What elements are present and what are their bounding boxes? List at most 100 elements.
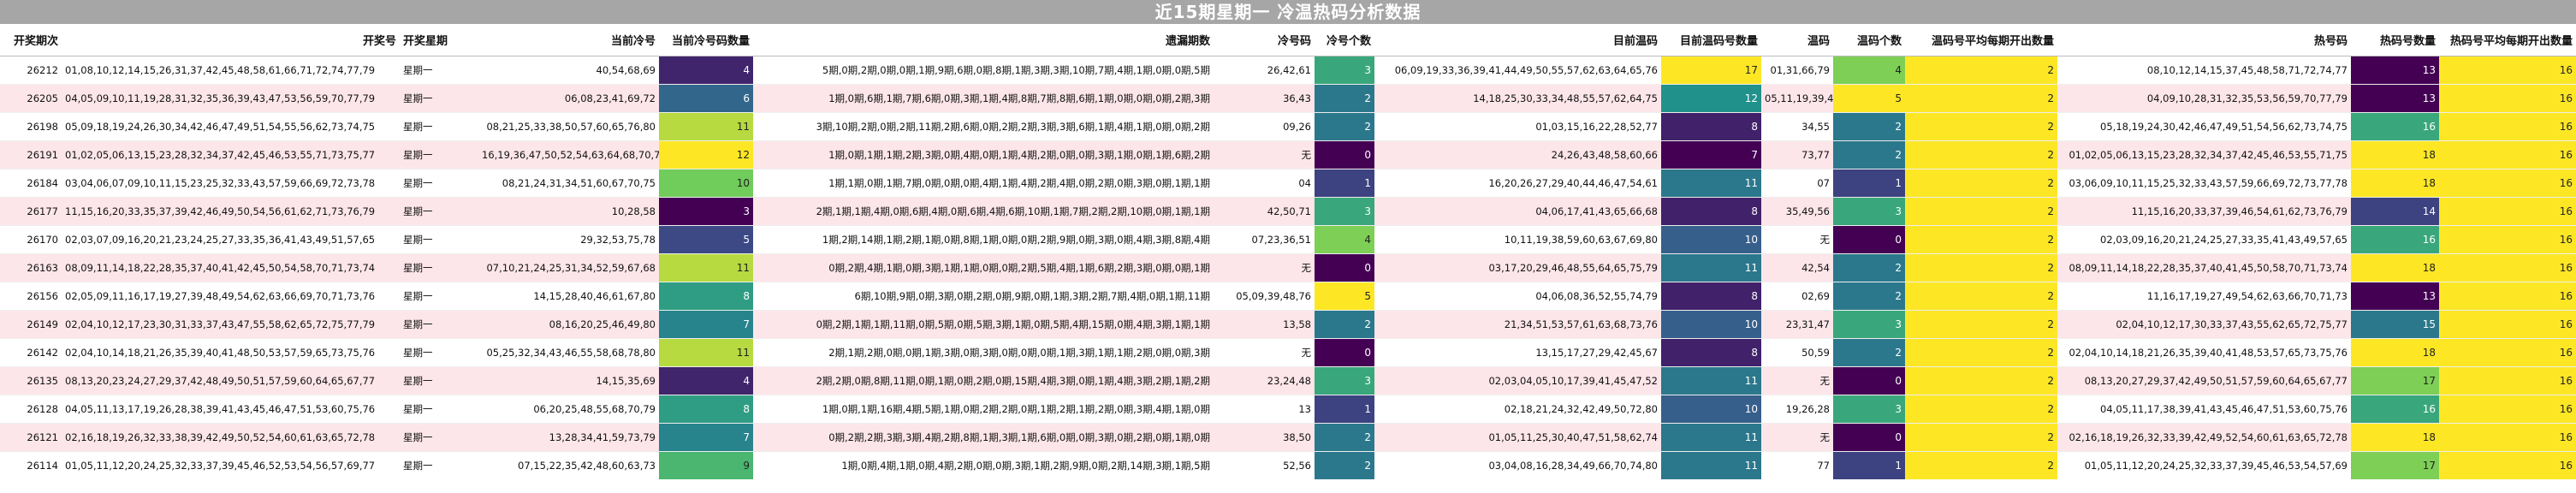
- table-cell: 2: [1833, 140, 1905, 169]
- column-header: 温码个数: [1833, 24, 1905, 56]
- table-cell: 7: [1661, 140, 1761, 169]
- table-cell: 2: [1905, 56, 2057, 85]
- table-row: 26156 02,05,09,11,16,17,19,27,39,48,49,54…: [0, 282, 2576, 311]
- table-cell: 05,09,39,48,76: [1214, 282, 1315, 311]
- table-cell: 14,15,28,40,46,61,67,80: [478, 282, 659, 311]
- table-cell: 02,69: [1761, 282, 1833, 311]
- table-cell: 15: [2351, 310, 2439, 339]
- table-cell: 38,50: [1214, 423, 1315, 452]
- table-cell: 星期一: [400, 197, 478, 226]
- table-cell: 02,16,18,19,26,32,33,39,42,49,52,54,60,6…: [2057, 423, 2351, 452]
- table-cell: 2: [1833, 282, 1905, 311]
- table-cell: 星期一: [400, 140, 478, 169]
- table-cell: 18: [2351, 253, 2439, 282]
- table-cell: 02,05,09,11,16,17,19,27,39,48,49,54,62,6…: [62, 282, 400, 311]
- table-cell: 2期,1期,2期,0期,0期,1期,3期,0期,3期,0期,0期,0期,1期,3…: [753, 338, 1214, 367]
- table-cell: 1: [1315, 395, 1374, 424]
- table-cell: 1期,0期,4期,1期,0期,4期,2期,0期,0期,3期,1期,2期,9期,0…: [753, 451, 1214, 479]
- table-cell: 星期一: [400, 253, 478, 282]
- table-cell: 02,03,04,05,10,17,39,41,45,47,52: [1374, 366, 1661, 395]
- table-cell: 16,19,36,47,50,52,54,63,64,68,70,76: [478, 140, 659, 169]
- table-cell: 2: [1905, 310, 2057, 339]
- table-cell: 2: [1905, 197, 2057, 226]
- table-cell: 26114: [0, 451, 62, 479]
- table-cell: 26142: [0, 338, 62, 367]
- table-cell: 16: [2439, 225, 2576, 254]
- table-row: 26212 01,08,10,12,14,15,26,31,37,42,45,48…: [0, 56, 2576, 85]
- table-cell: 1期,2期,14期,1期,2期,1期,0期,8期,1期,0期,0期,2期,9期,…: [753, 225, 1214, 254]
- table-cell: 35,49,56: [1761, 197, 1833, 226]
- table-cell: 17: [2351, 451, 2439, 479]
- table-cell: 13,28,34,41,59,73,79: [478, 423, 659, 452]
- table-cell: 11: [1661, 366, 1761, 395]
- column-header: 热号码: [2057, 24, 2351, 56]
- table-cell: 10: [1661, 310, 1761, 339]
- table-cell: 16: [2439, 197, 2576, 226]
- table-cell: 2: [1905, 140, 2057, 169]
- table-cell: 26135: [0, 366, 62, 395]
- table-cell: 5: [1315, 282, 1374, 311]
- table-cell: 77: [1761, 451, 1833, 479]
- table-cell: 17: [1661, 56, 1761, 85]
- table-cell: 8: [1661, 282, 1761, 311]
- table-cell: 13: [2351, 282, 2439, 311]
- table-cell: 04,06,08,36,52,55,74,79: [1374, 282, 1661, 311]
- table-cell: 8: [659, 282, 753, 311]
- table-cell: 01,05,11,12,20,24,25,32,33,37,39,45,46,5…: [62, 451, 400, 479]
- table-cell: 07,15,22,35,42,48,60,63,73: [478, 451, 659, 479]
- column-header: 温码: [1761, 24, 1833, 56]
- header-row: 开奖期次 开奖号 开奖星期 当前冷号 当前冷号码数量 遗漏期数 冷号码 冷号个数 目前温码 目前温…: [0, 24, 2576, 56]
- table-cell: 16: [2439, 338, 2576, 367]
- table-cell: 星期一: [400, 282, 478, 311]
- table-cell: 2: [1905, 112, 2057, 141]
- table-cell: 04,05,11,17,38,39,41,43,45,46,47,51,53,6…: [2057, 395, 2351, 424]
- table-cell: 11: [659, 338, 753, 367]
- table-cell: 08,21,25,33,38,50,57,60,65,76,80: [478, 112, 659, 141]
- table-cell: 1期,0期,1期,1期,2期,3期,0期,4期,0期,1期,4期,2期,0期,0…: [753, 140, 1214, 169]
- table-cell: 14: [2351, 197, 2439, 226]
- table-cell: 24,26,43,48,58,60,66: [1374, 140, 1661, 169]
- table-cell: 26163: [0, 253, 62, 282]
- table-cell: 01,05,11,12,20,24,25,32,33,37,39,45,46,5…: [2057, 451, 2351, 479]
- table-cell: 16: [2439, 169, 2576, 198]
- table-cell: 52,56: [1214, 451, 1315, 479]
- table-cell: 星期一: [400, 225, 478, 254]
- table-cell: 26170: [0, 225, 62, 254]
- table-cell: 2: [1833, 338, 1905, 367]
- column-header: 目前温码号数量: [1661, 24, 1761, 56]
- table-cell: 无: [1761, 366, 1833, 395]
- table-cell: 13,15,17,27,29,42,45,67: [1374, 338, 1661, 367]
- table-cell: 11: [1661, 169, 1761, 198]
- table-cell: 3: [1315, 197, 1374, 226]
- table-row: 26128 04,05,11,13,17,19,26,28,38,39,41,43…: [0, 395, 2576, 424]
- table-cell: 8: [659, 395, 753, 424]
- table-cell: 04,09,10,28,31,32,35,53,56,59,70,77,79: [2057, 84, 2351, 113]
- table-cell: 08,10,12,14,15,37,45,48,58,71,72,74,77: [2057, 56, 2351, 85]
- table-cell: 8: [1661, 338, 1761, 367]
- table-cell: 01,02,05,06,13,15,23,28,32,34,37,42,45,4…: [2057, 140, 2351, 169]
- table-cell: 26198: [0, 112, 62, 141]
- table-cell: 16: [2439, 423, 2576, 452]
- table-cell: 星期一: [400, 395, 478, 424]
- table-row: 26142 02,04,10,14,18,21,26,35,39,40,41,48…: [0, 338, 2576, 367]
- table-cell: 无: [1761, 423, 1833, 452]
- table-cell: 10,28,58: [478, 197, 659, 226]
- table-cell: 23,24,48: [1214, 366, 1315, 395]
- table-cell: 02,03,09,16,20,21,24,25,27,33,35,41,43,4…: [2057, 225, 2351, 254]
- table-cell: 21,34,51,53,57,61,63,68,73,76: [1374, 310, 1661, 339]
- table-cell: 04,05,11,13,17,19,26,28,38,39,41,43,45,4…: [62, 395, 400, 424]
- table-cell: 11: [1661, 451, 1761, 479]
- table-cell: 01,31,66,79: [1761, 56, 1833, 85]
- table-cell: 3: [659, 197, 753, 226]
- table-cell: 星期一: [400, 423, 478, 452]
- table-cell: 08,09,11,14,18,22,28,35,37,40,41,42,45,5…: [62, 253, 400, 282]
- table-cell: 16: [2439, 282, 2576, 311]
- table-cell: 2: [1905, 423, 2057, 452]
- table-cell: 07,10,21,24,25,31,34,52,59,67,68: [478, 253, 659, 282]
- table-row: 26149 02,04,10,12,17,23,30,31,33,37,43,47…: [0, 310, 2576, 339]
- table-row: 26170 02,03,07,09,16,20,21,23,24,25,27,33…: [0, 225, 2576, 254]
- table-row: 26121 02,16,18,19,26,32,33,38,39,42,49,50…: [0, 423, 2576, 452]
- table-cell: 2: [1315, 451, 1374, 479]
- table-cell: 16: [2439, 140, 2576, 169]
- table-cell: 2: [1905, 169, 2057, 198]
